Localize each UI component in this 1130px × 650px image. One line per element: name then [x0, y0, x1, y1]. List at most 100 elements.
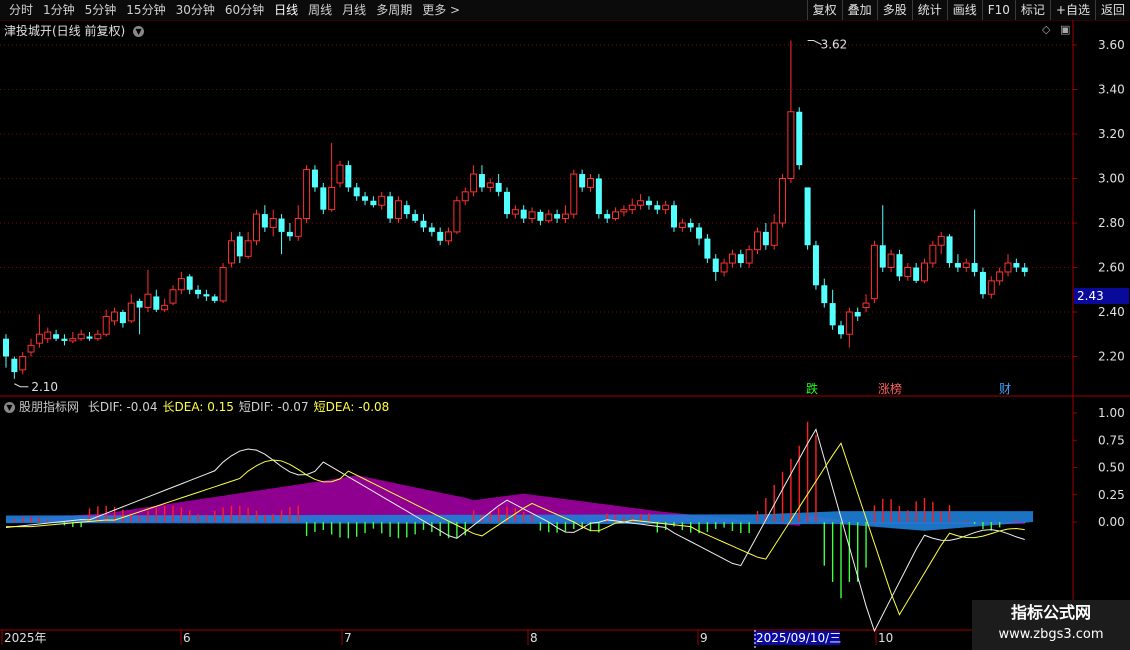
price-tick-label: 3.00 — [1098, 172, 1125, 186]
candle-body — [428, 227, 435, 232]
dea-line — [6, 442, 1025, 616]
low-marker-line — [14, 383, 29, 388]
candle-body — [737, 254, 744, 264]
candle-body — [779, 178, 787, 224]
time-label: 2025年 — [4, 631, 47, 645]
candle-body — [320, 187, 327, 210]
candle-body — [244, 240, 252, 257]
candle-body — [728, 253, 736, 264]
candle-body — [595, 178, 602, 215]
candle-body — [528, 211, 536, 220]
candle-body — [227, 240, 235, 264]
candle-body — [3, 338, 9, 357]
candle-body — [654, 205, 661, 210]
indicator-value: 短DEA: -0.08 — [313, 400, 390, 414]
candle-body — [887, 253, 895, 268]
candle-body — [762, 231, 769, 246]
event-marker: 涨榜 — [878, 381, 902, 396]
candle-body — [19, 356, 27, 371]
indicator-name[interactable]: 股朋指标网 — [19, 400, 79, 414]
candle-body — [879, 245, 886, 268]
candle-body — [854, 312, 861, 317]
candle-body — [545, 213, 553, 222]
candle-body — [862, 302, 870, 309]
candle-body — [27, 344, 35, 353]
candle-body — [353, 187, 360, 197]
candle-body — [211, 296, 218, 301]
candle-body — [829, 303, 836, 326]
candle-body — [11, 358, 18, 373]
candle-body — [119, 312, 126, 324]
candle-body — [69, 338, 77, 342]
candle-body — [946, 236, 953, 264]
candle-body — [437, 231, 444, 241]
candle-body — [561, 213, 569, 220]
candle-body — [913, 267, 920, 281]
candle-body — [1013, 263, 1020, 268]
candle-body — [236, 236, 243, 257]
candle-body — [929, 244, 937, 264]
indicator-tick-label: 0.75 — [1098, 433, 1125, 447]
candle-body — [394, 200, 402, 220]
time-label: 7 — [344, 631, 352, 645]
candle-body — [403, 205, 410, 215]
candle-body — [954, 263, 961, 268]
candle-body — [804, 187, 811, 246]
time-label: 8 — [530, 631, 538, 645]
candle-body — [720, 262, 728, 273]
candle-body — [687, 223, 694, 228]
price-tick-label: 2.60 — [1098, 261, 1125, 275]
event-marker: 财 — [999, 382, 1011, 396]
indicator-tick-label: 0.50 — [1098, 461, 1125, 475]
low-label: 2.10 — [31, 380, 58, 394]
candle-body — [286, 231, 293, 237]
candle-body — [971, 263, 978, 272]
price-tick-label: 3.40 — [1098, 83, 1125, 97]
candle-body — [370, 200, 377, 206]
candle-body — [53, 334, 60, 339]
chevron-down-icon[interactable]: ▼ — [4, 402, 15, 413]
candle-body — [845, 311, 853, 335]
candle-body — [870, 244, 878, 300]
candle-body — [61, 338, 68, 341]
price-tick-label: 2.20 — [1098, 350, 1125, 364]
candle-body — [461, 191, 469, 202]
candle-body — [821, 285, 828, 304]
candle-body — [253, 213, 260, 242]
candle-body — [579, 174, 586, 188]
indicator-value: 短DIF: -0.07 — [238, 400, 309, 414]
candle-body — [796, 111, 803, 166]
candle-body — [671, 205, 677, 228]
candle-body — [1004, 262, 1012, 273]
candle-body — [554, 214, 561, 219]
candle-body — [102, 315, 110, 335]
indicator-tick-label: 0.00 — [1098, 515, 1125, 529]
candle-body — [896, 254, 903, 277]
chart-canvas[interactable]: 3.60 3.40 3.20 3.00 2.80 2.60 2.40 2.20 3.62 2.10… — [0, 0, 1130, 650]
candle-body — [294, 218, 302, 237]
candle-body — [637, 200, 645, 206]
candle-body — [612, 211, 620, 220]
candle-body — [537, 211, 544, 221]
indicator-tick-label: 1.00 — [1098, 406, 1125, 420]
candle-body — [261, 214, 268, 228]
candle-body — [420, 220, 427, 228]
candle-body — [362, 196, 369, 201]
price-tick-label: 2.80 — [1098, 216, 1125, 230]
candle-body — [195, 289, 202, 295]
event-marker: 跌 — [806, 381, 818, 396]
price-tick-label: 3.60 — [1098, 38, 1125, 52]
high-marker-line — [807, 40, 822, 45]
candle-body — [904, 267, 912, 277]
candle-body — [311, 169, 318, 188]
candle-body — [754, 231, 761, 251]
candle-body — [161, 304, 169, 311]
price-tick-label: 3.20 — [1098, 127, 1125, 141]
candle-body — [219, 267, 227, 302]
current-price-tag: 2.43 — [1074, 288, 1129, 304]
candle-body — [712, 258, 719, 272]
candle-body — [387, 196, 394, 219]
candle-body — [203, 294, 210, 297]
candle-body — [445, 231, 453, 242]
candle-body — [937, 235, 945, 246]
